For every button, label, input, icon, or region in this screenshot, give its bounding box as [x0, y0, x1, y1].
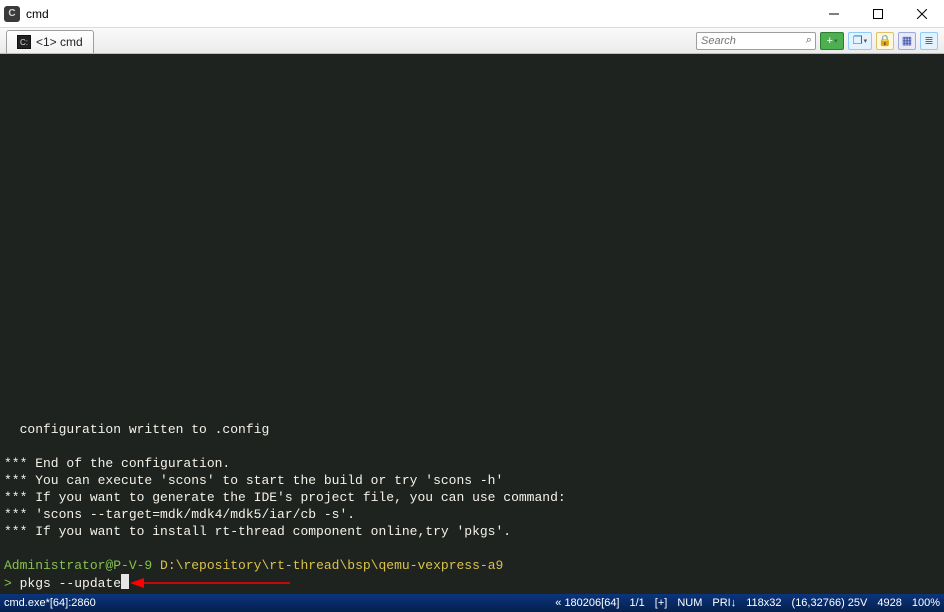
- terminal-output: configuration written to .config *** End…: [0, 421, 944, 594]
- search-icon[interactable]: ⌕: [803, 34, 815, 47]
- app-icon: C: [4, 6, 20, 22]
- status-seg-8: 100%: [912, 597, 940, 609]
- close-button[interactable]: [900, 0, 944, 28]
- tab-cmd[interactable]: C: <1> cmd: [6, 30, 94, 53]
- console-icon: C:: [17, 35, 31, 49]
- terminal[interactable]: configuration written to .config *** End…: [0, 54, 944, 594]
- maximize-button[interactable]: [856, 0, 900, 28]
- window-menu-button[interactable]: ❐▾: [848, 32, 872, 50]
- status-seg-0: « 180206[64]: [555, 597, 619, 609]
- tab-label: <1> cmd: [36, 35, 83, 49]
- status-seg-6: (16,32766) 25V: [792, 597, 868, 609]
- status-seg-5: 118x32: [746, 597, 781, 609]
- minimize-button[interactable]: [812, 0, 856, 28]
- status-process: cmd.exe*[64]:2860: [4, 597, 96, 609]
- status-seg-3: NUM: [677, 597, 702, 609]
- list-view-button[interactable]: ≣: [920, 32, 938, 50]
- status-seg-1: 1/1: [630, 597, 645, 609]
- lock-icon[interactable]: 🔒: [876, 32, 894, 50]
- new-tab-button[interactable]: +▾: [820, 32, 844, 50]
- status-seg-7: 4928: [877, 597, 901, 609]
- search-input[interactable]: [697, 35, 803, 47]
- tab-strip: C: <1> cmd ⌕ +▾ ❐▾ 🔒 ▦ ≣: [0, 28, 944, 54]
- search-box[interactable]: ⌕: [696, 32, 816, 50]
- grid-view-button[interactable]: ▦: [898, 32, 916, 50]
- status-bar: cmd.exe*[64]:2860 « 180206[64] 1/1 [+] N…: [0, 594, 944, 612]
- status-seg-4: PRI↓: [712, 597, 736, 609]
- window-title: cmd: [26, 7, 49, 21]
- titlebar: C cmd: [0, 0, 944, 28]
- status-seg-2: [+]: [655, 597, 668, 609]
- toolbar: ⌕ +▾ ❐▾ 🔒 ▦ ≣: [696, 28, 944, 53]
